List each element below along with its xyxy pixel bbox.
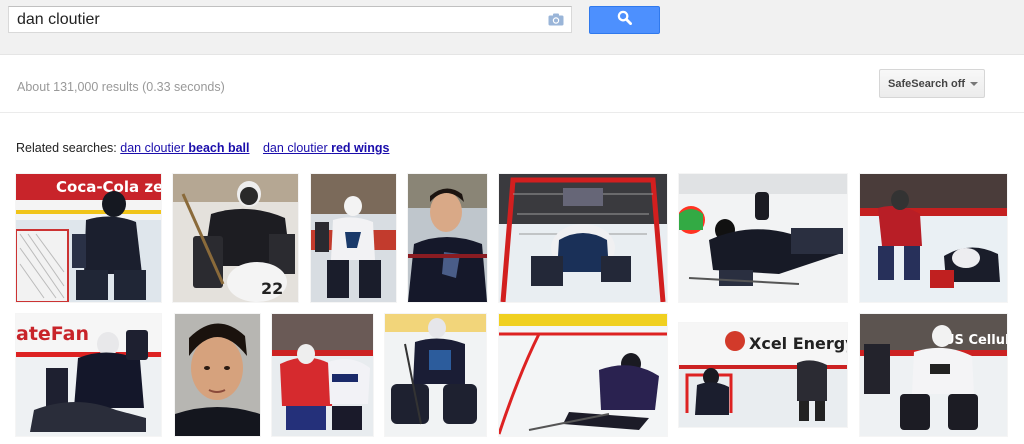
image-result[interactable]: Coca-Cola zero bbox=[16, 174, 161, 302]
related-searches: Related searches: dan cloutier beach bal… bbox=[16, 141, 389, 155]
image-result[interactable] bbox=[272, 314, 373, 436]
image-result[interactable]: ateFan bbox=[16, 314, 161, 436]
related-search-link-red-wings[interactable]: dan cloutier red wings bbox=[263, 141, 389, 155]
ad-board-text: US Cellular bbox=[944, 333, 1007, 348]
related-search-link-beach-ball[interactable]: dan cloutier beach ball bbox=[120, 141, 249, 155]
image-result[interactable]: 22 bbox=[173, 174, 298, 302]
image-result[interactable] bbox=[499, 174, 667, 302]
search-button[interactable] bbox=[589, 6, 660, 34]
ad-board-text: ateFan bbox=[16, 323, 89, 345]
search-header bbox=[0, 0, 1024, 55]
result-stats: About 131,000 results (0.33 seconds) bbox=[17, 80, 225, 94]
image-result[interactable] bbox=[860, 174, 1007, 302]
search-box[interactable] bbox=[8, 6, 572, 33]
camera-icon[interactable] bbox=[548, 13, 564, 26]
image-result[interactable] bbox=[385, 314, 486, 436]
image-result[interactable] bbox=[311, 174, 396, 302]
image-result[interactable] bbox=[408, 174, 487, 302]
search-input[interactable] bbox=[9, 7, 539, 32]
results-toolbar: About 131,000 results (0.33 seconds) Saf… bbox=[0, 55, 1024, 113]
search-icon bbox=[617, 10, 632, 30]
chevron-down-icon bbox=[970, 81, 979, 86]
ad-board-text: Xcel Energy bbox=[749, 334, 847, 353]
jersey-number: 22 bbox=[261, 279, 283, 298]
image-result[interactable] bbox=[175, 314, 260, 436]
image-result[interactable]: US Cellular bbox=[860, 314, 1007, 436]
safesearch-button[interactable]: SafeSearch off bbox=[879, 69, 985, 98]
safesearch-label: SafeSearch off bbox=[888, 77, 966, 90]
image-result[interactable] bbox=[499, 314, 667, 436]
image-result[interactable] bbox=[679, 174, 847, 302]
image-result[interactable]: Xcel Energy bbox=[679, 323, 847, 427]
related-searches-label: Related searches: bbox=[16, 141, 117, 155]
